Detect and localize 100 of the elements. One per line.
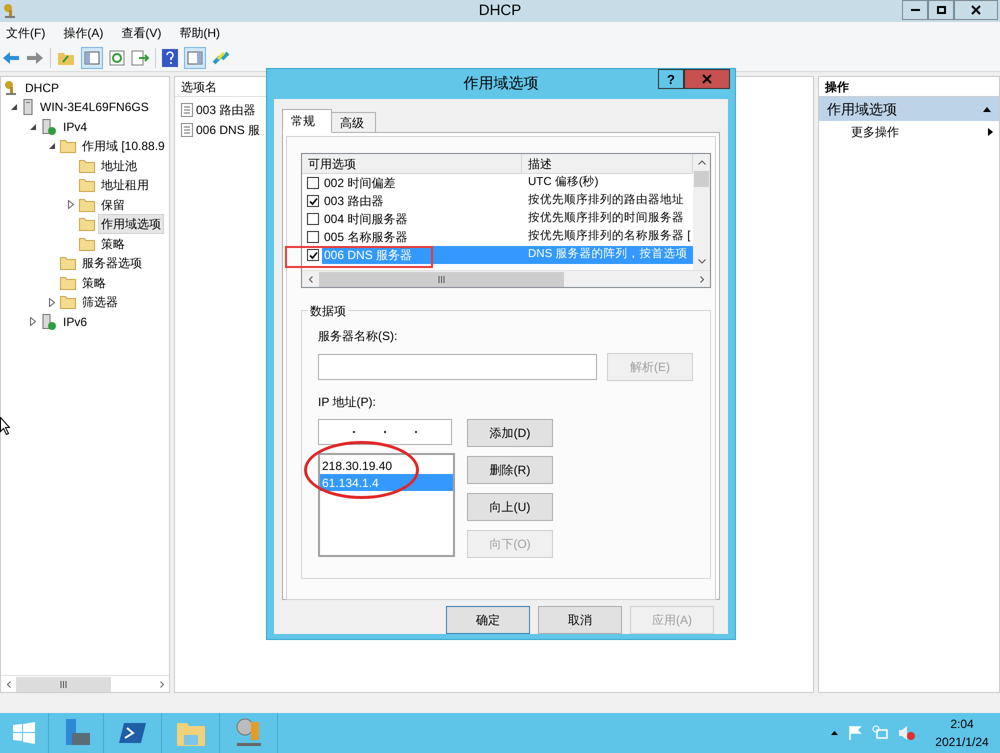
horizontal-scrollbar[interactable] <box>1 675 169 692</box>
folder-icon <box>60 139 76 154</box>
expand-caret-icon <box>988 128 993 136</box>
tree-item[interactable]: DHCP <box>22 78 62 98</box>
server-check-icon <box>41 118 57 135</box>
tree-item[interactable]: 策略 <box>79 272 109 293</box>
ip-list-item[interactable]: 218.30.19.40 <box>320 457 453 474</box>
scroll-down-icon[interactable] <box>698 259 706 264</box>
ip-address-field[interactable] <box>318 419 452 445</box>
dialog-button[interactable]: 删除(R) <box>467 456 553 484</box>
checkbox[interactable] <box>307 231 319 243</box>
tree-item[interactable]: 策略 <box>98 234 128 254</box>
clock-time[interactable]: 2:04 <box>950 715 974 733</box>
scroll-up-icon[interactable] <box>698 160 706 165</box>
scroll-left-icon[interactable] <box>6 680 10 688</box>
menu-item[interactable]: 操作(A) <box>63 24 104 42</box>
option-description: 按优先顺序排列的名称服务器 [ <box>527 228 692 244</box>
field-label: IP 地址(P): <box>318 394 377 411</box>
help-button[interactable]: ? <box>658 69 684 89</box>
collapsed-arrow-icon[interactable] <box>30 317 36 326</box>
tree-item[interactable]: 作用域 [10.88.9 <box>79 136 168 156</box>
close-icon <box>702 74 712 84</box>
folder-icon <box>79 158 95 173</box>
dhcp-icon[interactable] <box>234 718 262 748</box>
refresh-icon[interactable] <box>109 50 125 66</box>
document-icon <box>181 123 193 137</box>
option-name[interactable]: 005 名称服务器 <box>322 228 522 246</box>
dialog-tab[interactable]: 高级 <box>331 112 376 133</box>
dialog-title: 作用域选项 <box>464 74 538 94</box>
server-name-field[interactable] <box>318 354 597 380</box>
tree-item[interactable]: 服务器选项 <box>79 253 145 274</box>
checkbox[interactable] <box>307 213 319 225</box>
dialog-tab[interactable]: 常规 <box>282 109 332 133</box>
action-item[interactable]: 更多操作 <box>819 121 999 143</box>
forward-arrow-icon[interactable] <box>26 50 44 66</box>
checkbox[interactable] <box>307 249 319 261</box>
window-title: DHCP <box>478 0 522 21</box>
scroll-right-icon[interactable] <box>160 680 164 688</box>
option-description: UTC 偏移(秒) <box>527 174 600 190</box>
windows-logo-icon <box>13 722 35 744</box>
tree-item[interactable]: 保留 <box>98 194 128 215</box>
back-arrow-icon[interactable] <box>2 50 20 66</box>
horizontal-scrollbar[interactable] <box>302 270 710 287</box>
menu-item[interactable]: 帮助(H) <box>179 24 220 42</box>
scroll-thumb[interactable] <box>694 171 709 187</box>
scroll-right-icon[interactable] <box>700 276 704 282</box>
tree-item[interactable]: IPv4 <box>60 116 90 137</box>
connection-icon[interactable] <box>212 48 230 66</box>
dialog-button[interactable]: 向上(U) <box>467 493 553 521</box>
dialog-button[interactable]: 添加(D) <box>467 419 553 447</box>
dialog-button[interactable]: 确定 <box>446 606 530 634</box>
close-icon <box>971 5 981 15</box>
vertical-scrollbar[interactable] <box>693 154 710 270</box>
option-name[interactable]: 002 时间偏差 <box>322 174 522 192</box>
powershell-icon[interactable] <box>118 721 146 745</box>
export-icon[interactable] <box>131 50 149 66</box>
field-label: 服务器名称(S): <box>318 328 398 345</box>
tree-item[interactable]: IPv6 <box>60 312 90 332</box>
expanded-arrow-icon[interactable] <box>30 124 36 130</box>
close-button[interactable] <box>954 0 998 20</box>
show-hidden-icons-caret-icon[interactable] <box>831 731 838 735</box>
grip-icon[interactable] <box>60 680 67 688</box>
menu-item[interactable]: 查看(V) <box>121 24 162 42</box>
help-icon[interactable] <box>162 48 178 66</box>
restore-button[interactable] <box>928 0 954 20</box>
tree-item[interactable]: 地址租用 <box>98 175 152 196</box>
grip-icon[interactable] <box>438 276 445 282</box>
column-header[interactable]: 可用选项 <box>302 154 522 174</box>
option-description: DNS 服务器的阵列，按首选项 <box>522 246 693 264</box>
collapsed-arrow-icon[interactable] <box>49 298 55 307</box>
tree-item[interactable]: 地址池 <box>98 156 140 176</box>
tree-item[interactable]: WIN-3E4L69FN6GS <box>37 97 152 118</box>
minimize-button[interactable] <box>902 0 928 20</box>
expanded-arrow-icon[interactable] <box>49 143 55 150</box>
dhcp-icon <box>2 3 18 19</box>
muted-speaker-icon[interactable] <box>898 725 916 741</box>
column-header[interactable]: 描述 <box>522 154 693 174</box>
expanded-arrow-icon[interactable] <box>11 104 17 110</box>
option-name[interactable]: 004 时间服务器 <box>322 210 522 228</box>
collapsed-arrow-icon[interactable] <box>68 200 74 210</box>
dialog-button[interactable]: 取消 <box>538 606 622 634</box>
group-label: 数据项 <box>308 302 348 320</box>
checkbox[interactable] <box>307 177 319 189</box>
clock-date[interactable]: 2021/1/24 <box>935 733 989 751</box>
collapse-caret-icon <box>983 106 991 112</box>
menu-item[interactable]: 文件(F) <box>6 24 46 42</box>
list-item[interactable]: 003 路由器 <box>196 101 256 119</box>
option-name[interactable]: 003 路由器 <box>322 192 522 210</box>
folder-icon <box>79 198 95 212</box>
folder-icon <box>79 236 95 251</box>
checkbox[interactable] <box>307 195 319 207</box>
pane-toggle-icon[interactable] <box>184 46 206 68</box>
option-description: 按优先顺序排列的路由器地址 <box>527 192 685 208</box>
pane-toggle-icon[interactable] <box>81 46 103 68</box>
scroll-left-icon[interactable] <box>308 276 312 282</box>
actions-section[interactable]: 作用域选项 <box>819 97 999 121</box>
tree-item[interactable]: 作用域选项 <box>98 214 164 234</box>
folder-icon <box>60 256 76 270</box>
list-item[interactable]: 006 DNS 服 <box>196 121 260 139</box>
tree-item[interactable]: 筛选器 <box>79 292 121 312</box>
